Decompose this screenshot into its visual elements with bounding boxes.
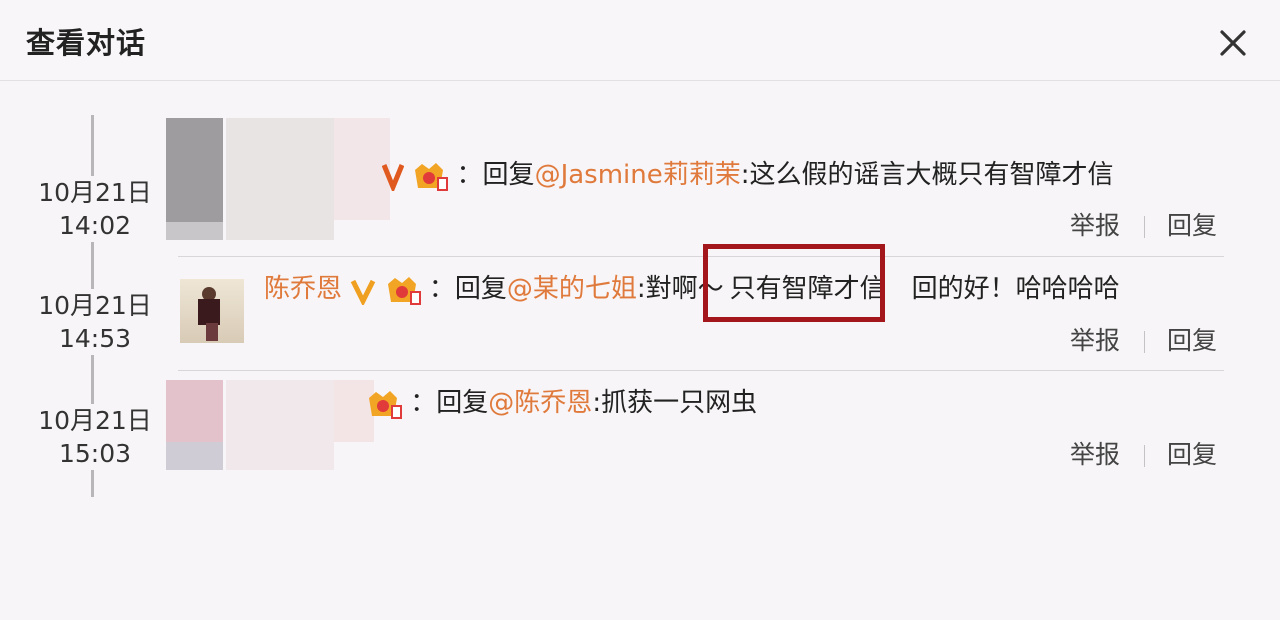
- dialog-header: 查看对话: [0, 0, 1280, 81]
- crown-badge-icon: [369, 390, 402, 419]
- verified-v-icon: [382, 163, 404, 191]
- comment-divider: [178, 256, 1224, 257]
- reply-button[interactable]: 回复: [1167, 211, 1217, 240]
- action-divider: [1144, 331, 1146, 353]
- reply-button[interactable]: 回复: [1167, 440, 1217, 469]
- timestamp-date: 10月21日: [38, 178, 152, 207]
- reply-button[interactable]: 回复: [1167, 326, 1217, 355]
- report-button[interactable]: 举报: [1070, 326, 1120, 355]
- mention-link[interactable]: @陈乔恩: [488, 388, 592, 418]
- mention-link[interactable]: @某的七姐: [507, 274, 637, 304]
- comment-divider: [178, 370, 1224, 371]
- avatar-blurred[interactable]: [166, 118, 390, 240]
- crown-badge-icon: [415, 162, 449, 191]
- comment-body: :抓获一只网虫: [592, 388, 758, 418]
- comment-body-tail: 回的好！哈哈哈哈: [911, 274, 1120, 304]
- timestamp: 10月21日 15:03: [30, 404, 160, 470]
- verified-v-icon: [351, 279, 376, 305]
- colon: ：: [410, 388, 437, 418]
- comment-actions: 举报 回复: [1070, 206, 1217, 242]
- timestamp-date: 10月21日: [38, 291, 152, 320]
- reply-prefix: 回复: [454, 274, 507, 304]
- comment-text: ：回复@Jasmine莉莉茉:这么假的谣言大概只有智障才信: [382, 158, 1114, 192]
- action-divider: [1144, 445, 1146, 467]
- colon: ：: [456, 160, 483, 190]
- reply-prefix: 回复: [436, 388, 489, 418]
- comment-body: :这么假的谣言大概只有智障才信: [740, 160, 1114, 190]
- report-button[interactable]: 举报: [1070, 440, 1120, 469]
- comment-text: ：回复@陈乔恩:抓获一只网虫: [366, 386, 757, 420]
- comment-actions: 举报 回复: [1070, 435, 1217, 471]
- timestamp-time: 14:53: [58, 324, 132, 353]
- close-icon[interactable]: [1216, 26, 1250, 60]
- comment-actions: 举报 回复: [1070, 321, 1217, 357]
- timestamp-time: 15:03: [58, 439, 132, 468]
- conversation-dialog: 查看对话 10月21日 14:02 ：回复@Jasmine莉莉茉:这么假的谣言大…: [0, 0, 1280, 620]
- highlight-box: [703, 244, 885, 322]
- reply-prefix: 回复: [482, 160, 535, 190]
- crown-badge-icon: [387, 276, 421, 305]
- avatar[interactable]: [180, 279, 244, 343]
- timestamp: 10月21日 14:53: [30, 289, 160, 355]
- avatar-blurred[interactable]: [166, 380, 374, 470]
- mention-link[interactable]: @Jasmine莉莉茉: [535, 160, 741, 190]
- timestamp-date: 10月21日: [38, 406, 152, 435]
- colon: ：: [428, 274, 455, 304]
- dialog-title: 查看对话: [26, 26, 147, 60]
- report-button[interactable]: 举报: [1070, 211, 1120, 240]
- timestamp-time: 14:02: [58, 211, 132, 240]
- comment-text: 陈乔恩 ：回复@某的七姐:對啊～ 只有智障才信 回的好！哈哈哈哈: [264, 272, 1120, 306]
- action-divider: [1144, 216, 1146, 238]
- timestamp: 10月21日 14:02: [30, 176, 160, 242]
- username-link[interactable]: 陈乔恩: [264, 274, 342, 304]
